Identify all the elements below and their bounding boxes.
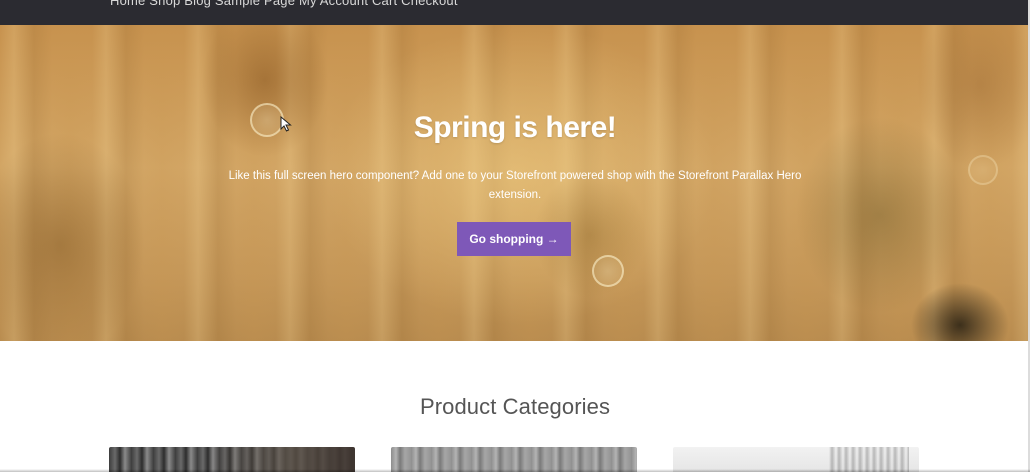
storefront-page: Home Shop Blog Sample Page My Account Ca…: [0, 0, 1030, 472]
hero-title: Spring is here!: [413, 111, 617, 144]
product-categories-heading: Product Categories: [419, 394, 611, 419]
bokeh-decoration: [592, 255, 624, 287]
hero-banner: Spring is here! Like this full screen he…: [0, 25, 1030, 341]
go-shopping-button[interactable]: Go shopping →: [457, 222, 571, 256]
top-navigation-links[interactable]: Home Shop Blog Sample Page My Account Ca…: [110, 0, 458, 8]
top-navigation-bar: Home Shop Blog Sample Page My Account Ca…: [0, 0, 1030, 25]
bokeh-decoration: [968, 155, 998, 185]
hero-description: Like this full screen hero component? Ad…: [228, 170, 802, 201]
mouse-pointer-icon: [280, 116, 292, 132]
